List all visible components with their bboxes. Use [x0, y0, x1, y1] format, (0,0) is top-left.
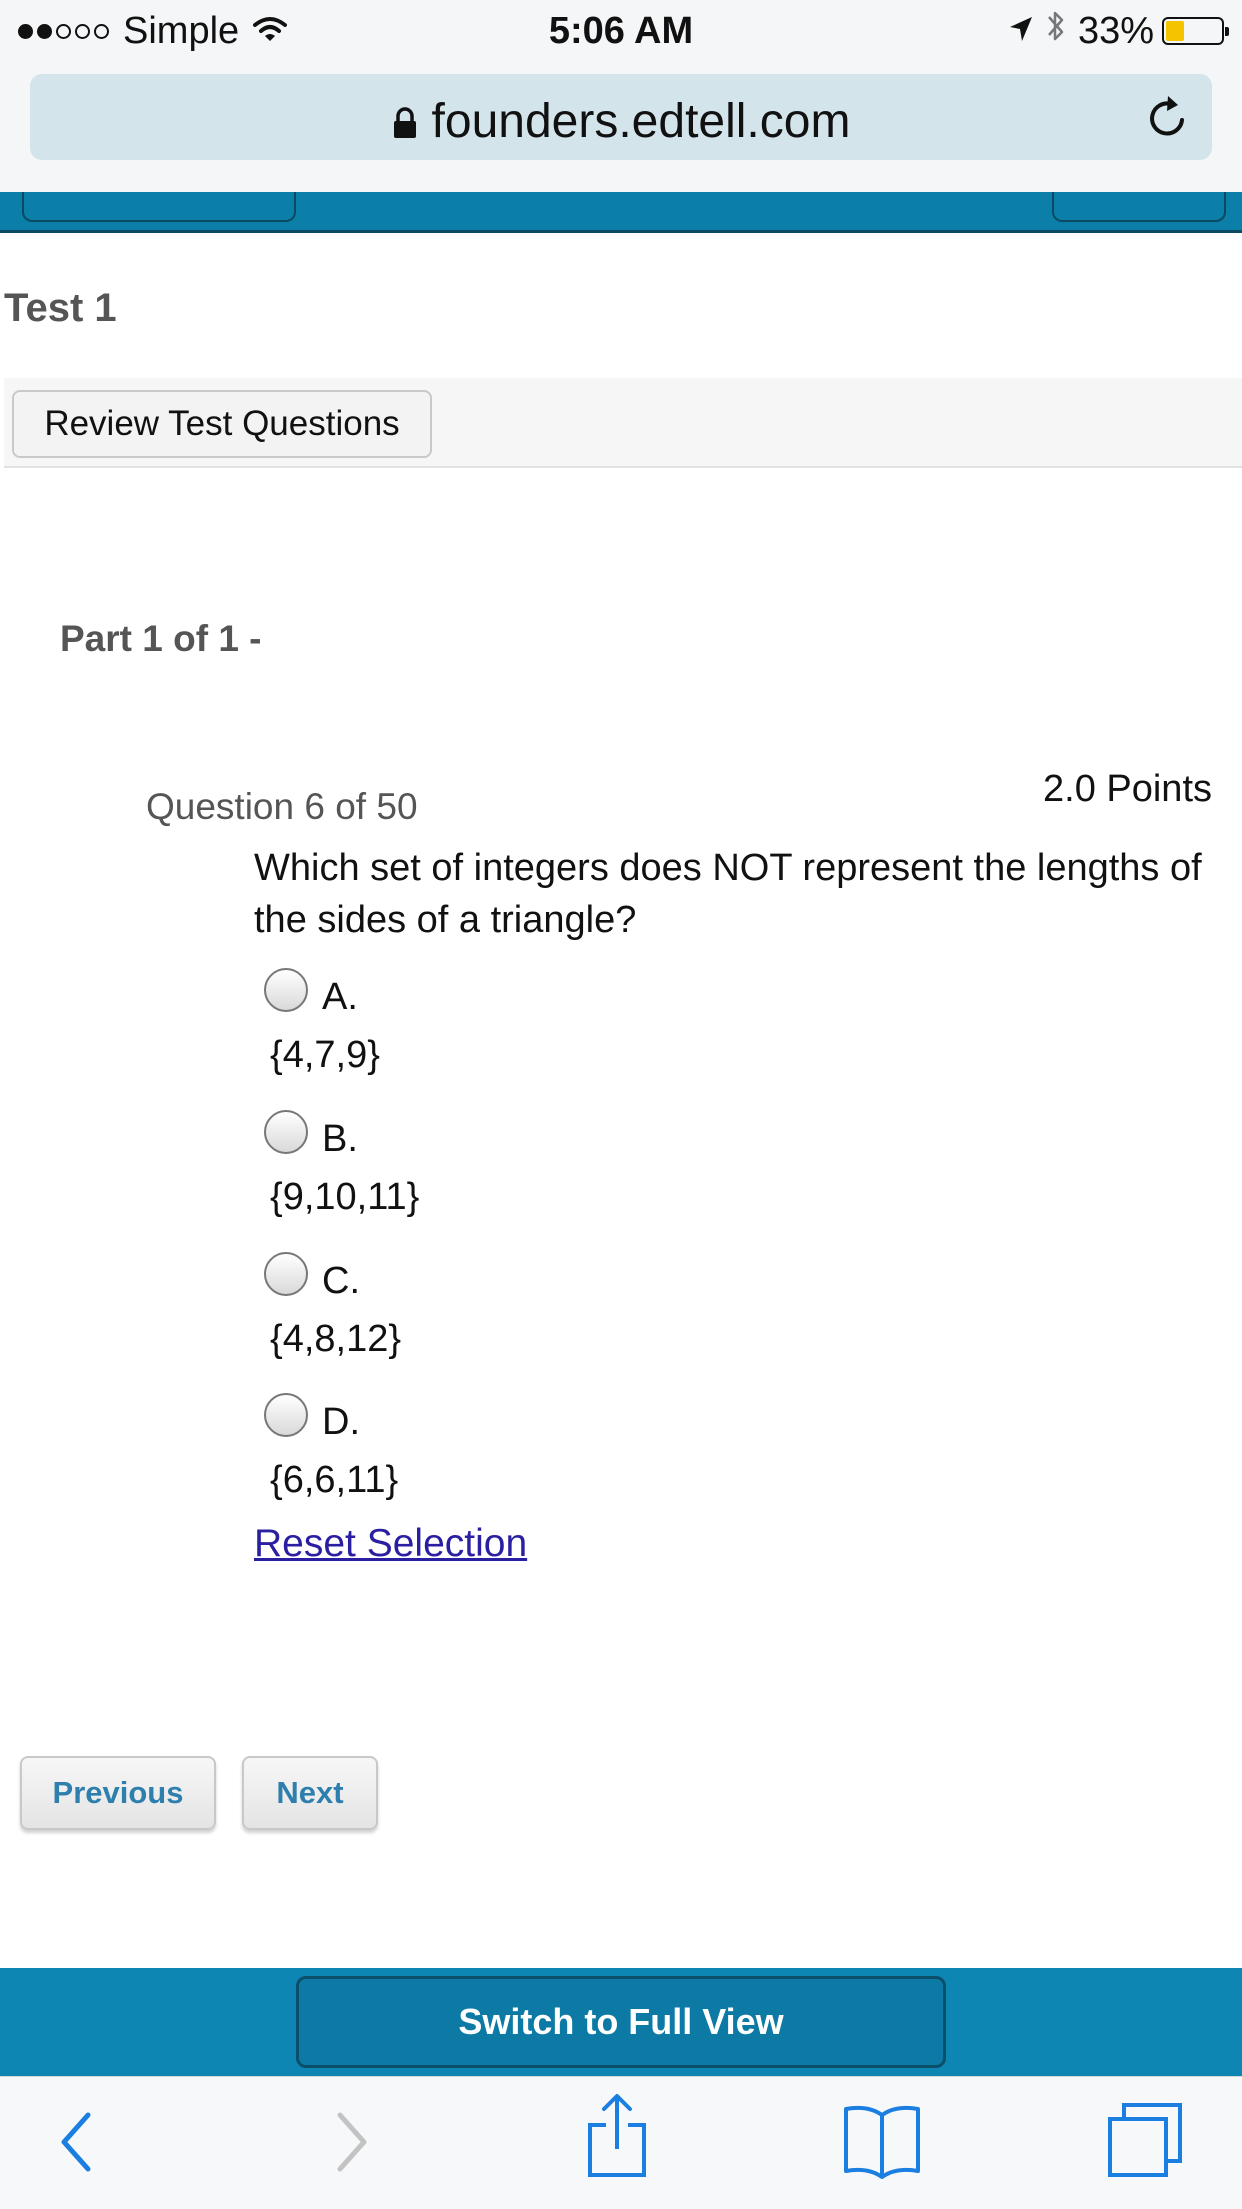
next-button[interactable]: Next: [242, 1756, 378, 1830]
address-bar[interactable]: founders.edtell.com: [30, 74, 1212, 160]
switch-to-full-view-button[interactable]: Switch to Full View: [296, 1976, 946, 2068]
location-arrow-icon: [1008, 10, 1034, 53]
address-field[interactable]: founders.edtell.com: [30, 94, 1212, 152]
question-points: 2.0 Points: [1043, 768, 1212, 810]
status-right: 33%: [1008, 8, 1229, 54]
battery-icon: [1162, 17, 1229, 45]
previous-button[interactable]: Previous: [20, 1756, 216, 1830]
browser-chrome: founders.edtell.com: [0, 62, 1242, 192]
back-chevron-icon[interactable]: [56, 2107, 96, 2182]
option-letter: A.: [322, 976, 358, 1018]
answer-option-d[interactable]: D. {6,6,11}: [262, 1393, 862, 1513]
answer-option-a[interactable]: A. {4,7,9}: [262, 968, 862, 1088]
browser-toolbar: [0, 2076, 1242, 2209]
option-value: {6,6,11}: [270, 1459, 399, 1501]
option-letter: C.: [322, 1260, 360, 1302]
share-icon[interactable]: [586, 2093, 648, 2184]
url-text: founders.edtell.com: [431, 95, 851, 148]
answer-option-b[interactable]: B. {9,10,11}: [262, 1110, 862, 1230]
question-text: Which set of integers does NOT represent…: [254, 847, 1202, 941]
reload-icon[interactable]: [1146, 94, 1190, 145]
radio-button-d[interactable]: [264, 1393, 308, 1437]
option-letter: D.: [322, 1401, 360, 1443]
forward-chevron-icon[interactable]: [332, 2107, 372, 2182]
option-value: {9,10,11}: [270, 1176, 420, 1218]
radio-button-a[interactable]: [264, 968, 308, 1012]
battery-percent: 33%: [1077, 9, 1154, 52]
lock-icon: [392, 97, 418, 152]
tabs-icon[interactable]: [1106, 2101, 1184, 2184]
bookmarks-icon[interactable]: [842, 2103, 922, 2184]
review-test-questions-button[interactable]: Review Test Questions: [12, 390, 432, 458]
site-header: [0, 192, 1242, 233]
radio-button-b[interactable]: [264, 1110, 308, 1154]
answer-option-c[interactable]: C. {4,8,12}: [262, 1252, 862, 1372]
header-menu-button[interactable]: [22, 192, 296, 222]
option-value: {4,8,12}: [270, 1318, 402, 1360]
radio-button-c[interactable]: [264, 1252, 308, 1296]
battery-level: [1166, 21, 1184, 41]
question-number: Question 6 of 50: [146, 786, 418, 827]
option-value: {4,7,9}: [270, 1034, 380, 1076]
footer-bar: Switch to Full View: [0, 1968, 1242, 2076]
status-bar: Simple 5:06 AM 33%: [0, 0, 1242, 62]
header-user-button[interactable]: [1052, 192, 1226, 222]
bluetooth-icon: [1046, 8, 1066, 54]
test-toolbar: Review Test Questions: [4, 378, 1242, 468]
option-letter: B.: [322, 1118, 358, 1160]
page-title: Test 1: [4, 286, 117, 330]
reset-selection-link[interactable]: Reset Selection: [254, 1522, 527, 1566]
part-title: Part 1 of 1 -: [60, 618, 262, 659]
